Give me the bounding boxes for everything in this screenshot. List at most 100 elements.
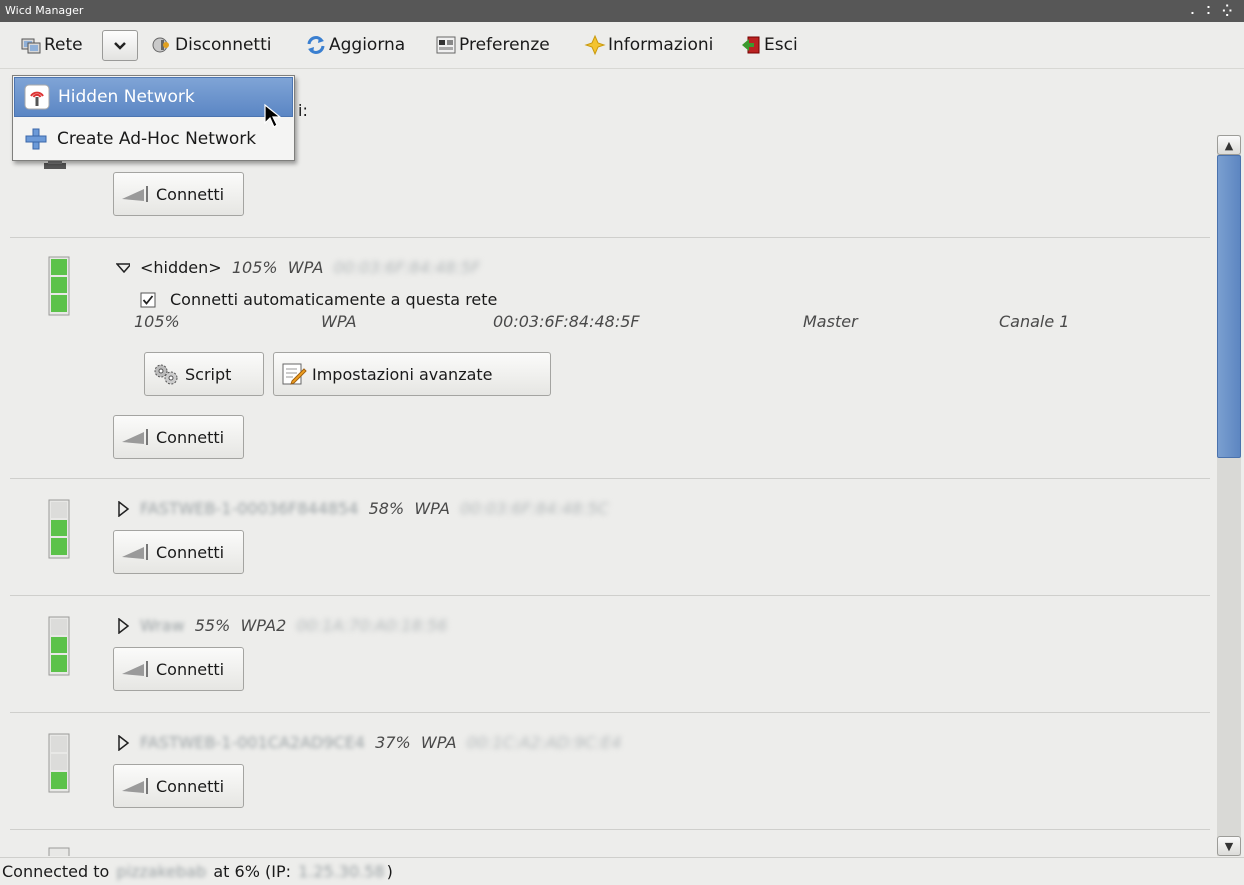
- antenna-icon: [24, 84, 50, 110]
- menu-item-label: Create Ad-Hoc Network: [57, 129, 257, 149]
- network-encryption: WPA: [287, 258, 324, 277]
- refresh-icon: [307, 36, 325, 54]
- network-bssid: 00:1A:70:A0:18:56: [296, 616, 448, 635]
- connect-label: Connetti: [156, 427, 225, 447]
- connect-button[interactable]: Connetti: [113, 647, 244, 691]
- edit-document-icon: [282, 363, 307, 385]
- scroll-up-icon[interactable]: ▲: [1217, 135, 1241, 155]
- network-dropdown-menu: Hidden Network Create Ad-Hoc Network: [12, 75, 295, 161]
- separator: [10, 595, 1210, 596]
- script-label: Script: [185, 364, 232, 384]
- advanced-settings-button[interactable]: Impostazioni avanzate: [273, 352, 551, 396]
- quit-label: Esci: [764, 35, 798, 55]
- status-prefix: Connected to: [2, 862, 110, 881]
- connect-button[interactable]: Connetti: [113, 530, 244, 574]
- disconnect-button[interactable]: Disconnetti: [151, 31, 271, 59]
- connect-label: Connetti: [156, 776, 225, 796]
- network-encryption: WPA: [414, 499, 450, 518]
- info-star-icon: [584, 34, 606, 56]
- scrollbar-thumb[interactable]: [1217, 155, 1241, 458]
- network-strength: 105%: [231, 258, 278, 277]
- network-strength: 58%: [368, 499, 405, 518]
- auto-connect-row[interactable]: Connetti automaticamente a questa rete: [140, 290, 497, 309]
- signal-strength-icon: [48, 733, 70, 793]
- title-bar: Wicd Manager . ⁚ ⁛: [0, 0, 1244, 22]
- separator: [10, 829, 1210, 830]
- network-dropdown-button[interactable]: [102, 30, 138, 61]
- network-encryption: WPA: [420, 733, 457, 752]
- collapse-triangle-icon[interactable]: [116, 500, 130, 517]
- network-bssid: 00:1C:A2:AD:9C:E4: [466, 733, 622, 752]
- plus-icon: [25, 128, 47, 150]
- status-middle: at 6% (IP:: [213, 862, 291, 881]
- connect-plug-icon: [122, 544, 148, 560]
- status-suffix: ): [386, 862, 393, 881]
- connect-plug-icon: [122, 778, 148, 794]
- script-button[interactable]: Script: [144, 352, 264, 396]
- refresh-button[interactable]: Aggiorna: [305, 31, 405, 59]
- connect-button[interactable]: Connetti: [113, 415, 244, 459]
- collapse-triangle-icon[interactable]: [116, 734, 130, 751]
- detail-encryption: WPA: [321, 311, 357, 331]
- connect-button[interactable]: Connetti: [113, 764, 244, 808]
- expand-triangle-icon[interactable]: [116, 262, 130, 274]
- rete-label: Rete: [44, 35, 83, 55]
- chevron-down-icon: [114, 41, 126, 50]
- connect-label: Connetti: [156, 542, 225, 562]
- connect-plug-icon: [122, 186, 148, 202]
- menu-item-create-adhoc[interactable]: Create Ad-Hoc Network: [14, 119, 293, 159]
- wired-connect-button[interactable]: Connetti: [113, 172, 244, 216]
- window-controls[interactable]: . ⁚ ⁛: [1190, 0, 1236, 22]
- checkbox-checked-icon[interactable]: [140, 292, 156, 308]
- network-encryption: WPA2: [240, 616, 287, 635]
- vertical-scrollbar[interactable]: ▲ ▼: [1217, 135, 1241, 856]
- menu-item-hidden-network[interactable]: Hidden Network: [14, 77, 293, 117]
- network-name: <hidden>: [140, 258, 222, 277]
- advanced-settings-label: Impostazioni avanzate: [312, 364, 493, 384]
- network-header[interactable]: <hidden> 105% WPA 00:03:6F:84:48:5F: [116, 258, 480, 277]
- signal-strength-icon: [48, 847, 70, 856]
- separator: [10, 237, 1210, 238]
- preferences-button[interactable]: Preferenze: [435, 31, 550, 59]
- window-title: Wicd Manager: [5, 4, 84, 17]
- auto-connect-label: Connetti automaticamente a questa rete: [170, 290, 498, 309]
- network-list: Connetti <hidden> 105% WPA 00:03:6F:84:4…: [0, 69, 1214, 856]
- network-bssid: 00:03:6F:84:48:5C: [460, 499, 609, 518]
- networks-label-fragment: i:: [298, 101, 308, 120]
- detail-channel: Canale 1: [999, 311, 1070, 331]
- network-name: FASTWEB-1-001CA2AD9CE4: [140, 733, 365, 752]
- connect-label: Connetti: [156, 659, 225, 679]
- preferences-icon: [436, 36, 456, 54]
- menu-item-label: Hidden Network: [58, 87, 195, 107]
- network-header[interactable]: Wraw 55% WPA2 00:1A:70:A0:18:56: [116, 616, 447, 635]
- network-name: Wraw: [140, 616, 185, 635]
- preferences-label: Preferenze: [459, 35, 550, 55]
- detail-strength: 105%: [134, 311, 180, 331]
- disconnect-icon: [152, 37, 169, 53]
- refresh-label: Aggiorna: [329, 35, 406, 55]
- scroll-down-icon[interactable]: ▼: [1217, 836, 1241, 856]
- quit-icon: [742, 36, 760, 54]
- toolbar: Rete Disconnetti Aggiorna Preferenze Inf…: [0, 22, 1244, 69]
- network-header[interactable]: FASTWEB-1-00036F844854 58% WPA 00:03:6F:…: [116, 499, 609, 518]
- info-button[interactable]: Informazioni: [584, 31, 713, 59]
- network-name: FASTWEB-1-00036F844854: [140, 499, 359, 518]
- network-bssid: 00:03:6F:84:48:5F: [333, 258, 481, 277]
- network-header[interactable]: FASTWEB-1-001CA2AD9CE4 37% WPA 00:1C:A2:…: [116, 733, 621, 752]
- quit-button[interactable]: Esci: [740, 31, 798, 59]
- disconnect-label: Disconnetti: [175, 35, 272, 55]
- signal-strength-icon: [48, 616, 70, 676]
- network-strength: 55%: [194, 616, 231, 635]
- mouse-cursor-icon: [264, 103, 282, 128]
- connect-plug-icon: [122, 429, 148, 445]
- signal-strength-icon: [48, 256, 70, 316]
- signal-strength-icon: [48, 499, 70, 559]
- network-strength: 37%: [375, 733, 411, 752]
- status-ip: 1.25.30.58: [298, 862, 385, 881]
- rete-button[interactable]: Rete: [20, 31, 83, 59]
- wired-icon: [44, 159, 66, 169]
- separator: [10, 478, 1210, 479]
- connect-label: Connetti: [156, 184, 225, 204]
- collapse-triangle-icon[interactable]: [116, 617, 130, 634]
- status-bar: Connected to pizzakebab at 6% (IP: 1.25.…: [0, 857, 1244, 885]
